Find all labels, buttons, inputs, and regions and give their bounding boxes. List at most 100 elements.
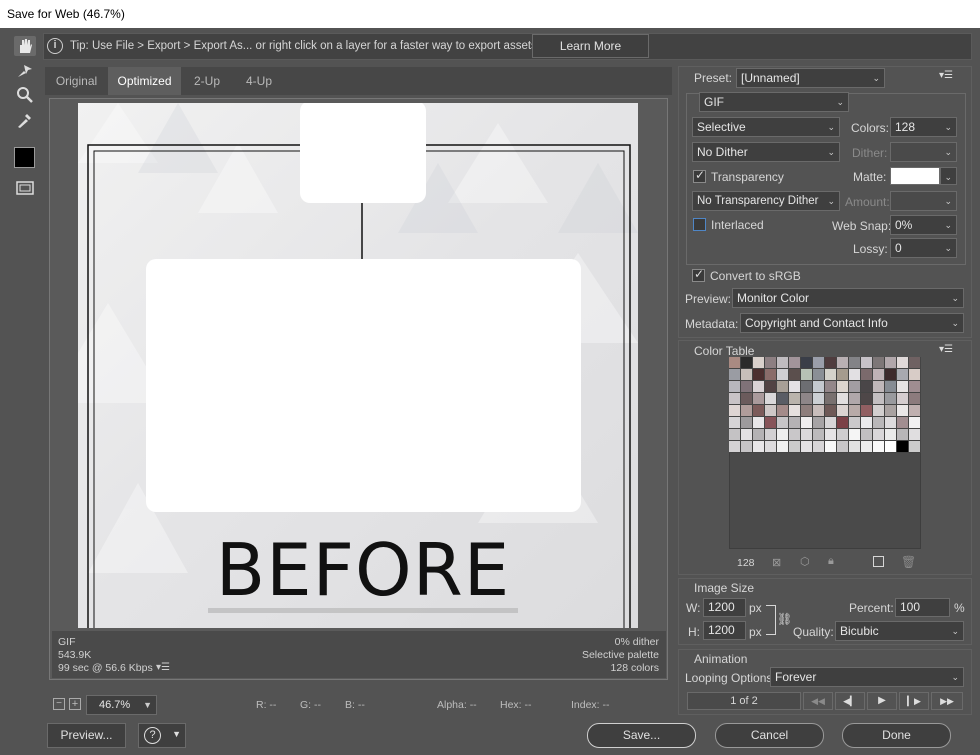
color-swatch[interactable] <box>897 369 909 381</box>
color-swatch[interactable] <box>789 381 801 393</box>
color-swatch[interactable] <box>837 405 849 417</box>
last-frame-button[interactable]: ▶▶ <box>931 692 963 710</box>
lock-color-icon[interactable]: 🔒︎ <box>828 555 834 568</box>
color-swatch[interactable] <box>753 429 765 441</box>
download-rate-menu-icon[interactable]: ▾☰ <box>156 662 170 673</box>
colors-select[interactable]: 128 ⌄ <box>890 117 957 137</box>
tab-2-up[interactable]: 2-Up <box>181 67 233 95</box>
slice-select-tool-icon[interactable] <box>14 61 36 81</box>
color-swatch[interactable] <box>861 417 873 429</box>
looping-select[interactable]: Forever ⌄ <box>770 667 964 687</box>
color-swatch[interactable] <box>801 429 813 441</box>
color-swatch[interactable] <box>837 393 849 405</box>
color-swatch[interactable] <box>849 369 861 381</box>
play-button[interactable]: ▶ <box>867 692 897 710</box>
color-swatch[interactable] <box>765 405 777 417</box>
color-swatch[interactable] <box>753 393 765 405</box>
done-button[interactable]: Done <box>842 723 951 748</box>
color-swatch[interactable] <box>885 405 897 417</box>
color-swatch[interactable] <box>909 417 921 429</box>
color-swatch[interactable] <box>849 381 861 393</box>
dither-algorithm-select[interactable]: No Dither ⌄ <box>692 142 840 162</box>
color-swatch[interactable] <box>897 429 909 441</box>
color-swatch[interactable] <box>753 357 765 369</box>
preset-select[interactable]: [Unnamed] ⌄ <box>736 68 885 88</box>
color-swatch[interactable] <box>789 429 801 441</box>
preview-image[interactable]: BEFORE <box>78 103 638 628</box>
color-swatch[interactable] <box>789 369 801 381</box>
color-swatch[interactable] <box>849 393 861 405</box>
color-swatch[interactable] <box>837 369 849 381</box>
color-swatch[interactable] <box>861 357 873 369</box>
color-swatch[interactable] <box>873 429 885 441</box>
color-swatch[interactable] <box>873 405 885 417</box>
color-swatch[interactable] <box>897 417 909 429</box>
color-swatch[interactable] <box>741 405 753 417</box>
toggle-slices-icon[interactable] <box>14 178 36 198</box>
color-swatch[interactable] <box>873 357 885 369</box>
color-swatch[interactable] <box>849 357 861 369</box>
color-swatch[interactable] <box>825 369 837 381</box>
color-swatch[interactable] <box>801 393 813 405</box>
shift-web-safe-icon[interactable]: ⬡ <box>800 555 810 568</box>
tab-original[interactable]: Original <box>45 67 108 95</box>
color-swatch[interactable] <box>729 381 741 393</box>
new-color-icon[interactable] <box>873 556 884 567</box>
color-swatch[interactable] <box>777 417 789 429</box>
color-swatch[interactable] <box>885 417 897 429</box>
dither-amount-select[interactable]: ⌄ <box>890 142 957 162</box>
cancel-button[interactable]: Cancel <box>715 723 824 748</box>
color-swatch[interactable] <box>813 393 825 405</box>
convert-srgb-checkbox[interactable] <box>692 267 705 282</box>
color-swatch[interactable] <box>765 381 777 393</box>
color-swatch[interactable] <box>861 381 873 393</box>
color-swatch[interactable] <box>741 441 753 453</box>
percent-input[interactable]: 100 <box>895 598 950 617</box>
quality-select[interactable]: Bicubic ⌄ <box>835 621 964 641</box>
previous-frame-button[interactable]: ◀▎ <box>835 692 865 710</box>
delete-color-icon[interactable]: 🗑︎ <box>901 555 916 569</box>
color-swatch[interactable] <box>813 381 825 393</box>
color-swatch[interactable] <box>777 441 789 453</box>
color-swatch[interactable] <box>909 393 921 405</box>
map-to-web-icon[interactable]: ⊠ <box>772 556 781 569</box>
color-swatch[interactable] <box>801 405 813 417</box>
color-swatch[interactable] <box>825 429 837 441</box>
preview-button[interactable]: Preview... <box>47 723 126 748</box>
color-swatch[interactable] <box>777 369 789 381</box>
color-swatch[interactable] <box>777 381 789 393</box>
color-swatch[interactable] <box>789 441 801 453</box>
color-swatch[interactable] <box>765 441 777 453</box>
color-swatch[interactable] <box>741 393 753 405</box>
color-swatch[interactable] <box>849 441 861 453</box>
transparency-checkbox[interactable] <box>693 168 706 183</box>
color-swatch[interactable] <box>825 441 837 453</box>
color-swatch[interactable] <box>753 369 765 381</box>
color-swatch[interactable] <box>837 417 849 429</box>
color-swatch[interactable] <box>813 369 825 381</box>
color-swatch[interactable] <box>741 357 753 369</box>
learn-more-button[interactable]: Learn More <box>532 34 649 58</box>
optimize-menu-icon[interactable]: ▾☰ <box>939 70 953 81</box>
color-swatch[interactable] <box>897 441 909 453</box>
color-swatch[interactable] <box>909 405 921 417</box>
color-swatch[interactable] <box>897 405 909 417</box>
save-button[interactable]: Save... <box>587 723 696 748</box>
color-table-menu-icon[interactable]: ▾☰ <box>939 344 953 355</box>
color-swatch[interactable] <box>765 417 777 429</box>
color-swatch[interactable] <box>885 429 897 441</box>
next-frame-button[interactable]: ▎▶ <box>899 692 929 710</box>
color-swatch[interactable] <box>825 417 837 429</box>
color-swatch[interactable] <box>753 405 765 417</box>
color-swatch[interactable] <box>837 381 849 393</box>
color-swatch[interactable] <box>729 405 741 417</box>
color-swatch[interactable] <box>837 357 849 369</box>
color-swatch[interactable] <box>789 417 801 429</box>
color-swatch[interactable] <box>789 405 801 417</box>
color-table-grid[interactable] <box>729 357 921 453</box>
color-swatch[interactable] <box>825 381 837 393</box>
color-swatch[interactable] <box>813 441 825 453</box>
color-swatch[interactable] <box>789 393 801 405</box>
color-swatch[interactable] <box>813 429 825 441</box>
color-reduction-select[interactable]: Selective ⌄ <box>692 117 840 137</box>
